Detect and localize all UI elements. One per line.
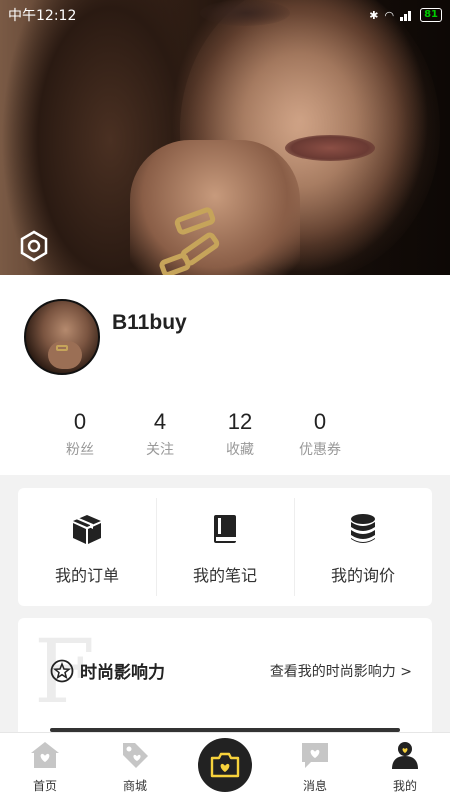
coins-icon xyxy=(351,514,375,543)
signal-icon xyxy=(400,9,414,21)
stat-label: 粉丝 xyxy=(66,442,94,458)
fashion-influence-card[interactable]: F 时尚影响力 查看我的时尚影响力 > xyxy=(18,618,432,748)
nav-label: 首页 xyxy=(32,779,57,793)
nav-messages[interactable]: 消息 xyxy=(270,733,360,800)
influence-title: 时尚影响力 xyxy=(50,658,165,683)
status-time: 中午12:12 xyxy=(8,8,77,24)
nav-home[interactable]: 首页 xyxy=(0,733,90,800)
stat-fans[interactable]: 0 粉丝 xyxy=(40,409,120,459)
battery-icon: 81 xyxy=(420,8,442,22)
username: B11buy xyxy=(112,311,187,334)
wifi-icon: ◠ xyxy=(384,8,395,22)
my-notes-button[interactable]: 我的笔记 xyxy=(156,488,294,606)
camera-button[interactable] xyxy=(198,738,252,792)
stat-value: 4 xyxy=(153,409,167,434)
nav-label: 我的 xyxy=(392,779,417,793)
tag-icon xyxy=(123,743,148,768)
nav-label: 消息 xyxy=(302,779,327,793)
stat-coupons[interactable]: 0 优惠券 xyxy=(280,409,360,459)
shortcut-label: 我的询价 xyxy=(330,566,395,585)
hexagon-settings-icon[interactable] xyxy=(18,230,50,262)
view-influence-link[interactable]: 查看我的时尚影响力 > xyxy=(270,661,412,681)
shortcut-label: 我的订单 xyxy=(54,566,119,585)
shortcut-label: 我的笔记 xyxy=(192,566,257,585)
box-icon xyxy=(73,515,101,544)
nav-label: 商城 xyxy=(122,779,147,793)
stats-row: 0 粉丝 4 关注 12 收藏 0 优惠券 xyxy=(60,409,390,459)
stat-following[interactable]: 4 关注 xyxy=(120,409,200,459)
cover-lips xyxy=(285,135,375,161)
book-icon xyxy=(214,515,236,543)
influence-title-text: 时尚影响力 xyxy=(80,663,165,683)
stat-label: 关注 xyxy=(146,442,174,458)
profile-card: B11buy 0 粉丝 4 关注 12 收藏 0 优惠券 xyxy=(0,275,450,475)
stat-label: 收藏 xyxy=(226,442,254,458)
user-icon xyxy=(392,742,418,769)
stat-value: 12 xyxy=(227,409,253,434)
my-inquiries-button[interactable]: 我的询价 xyxy=(294,488,432,606)
star-badge-icon xyxy=(50,659,74,682)
message-icon xyxy=(302,743,328,768)
nav-mall[interactable]: 商城 xyxy=(90,733,180,800)
avatar[interactable] xyxy=(24,299,100,375)
status-bar: 中午12:12 ✱ ◠ 81 xyxy=(0,0,450,30)
cover-hand xyxy=(130,140,300,275)
nav-mine[interactable]: 我的 xyxy=(360,733,450,800)
stat-label: 优惠券 xyxy=(299,442,341,458)
stat-favorites[interactable]: 12 收藏 xyxy=(200,409,280,459)
bluetooth-icon: ✱ xyxy=(369,8,379,22)
stat-value: 0 xyxy=(73,409,87,434)
camera-icon xyxy=(210,752,240,778)
status-icons: ✱ ◠ 81 xyxy=(369,8,442,22)
my-orders-button[interactable]: 我的订单 xyxy=(18,488,156,606)
shortcuts-card: 我的订单 我的笔记 我的询价 xyxy=(18,488,432,606)
stat-value: 0 xyxy=(313,409,327,434)
home-icon xyxy=(31,742,59,768)
profile-cover-image xyxy=(0,0,450,275)
